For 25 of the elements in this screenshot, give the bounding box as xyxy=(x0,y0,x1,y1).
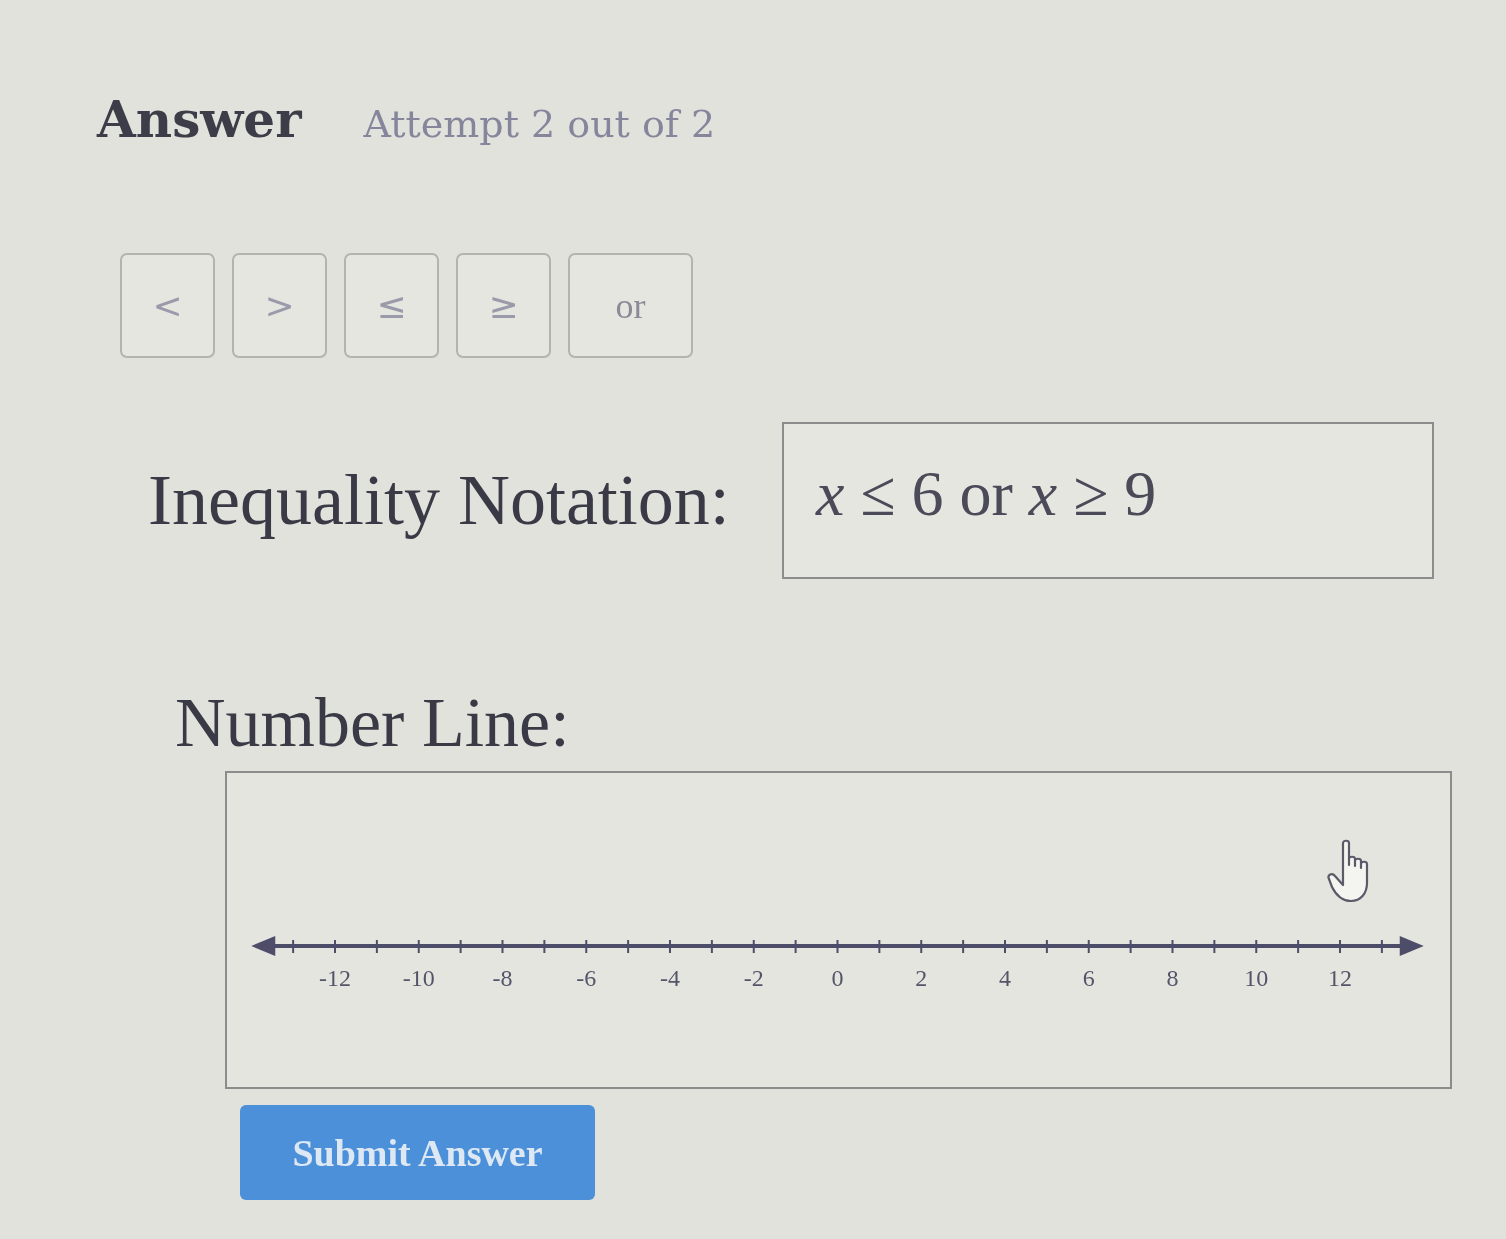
answer-title: Answer xyxy=(97,90,302,149)
attempt-counter: Attempt 2 out of 2 xyxy=(363,102,716,146)
tick-label: -2 xyxy=(743,965,764,991)
tick-label: -12 xyxy=(319,965,351,991)
tick-label: -6 xyxy=(576,965,597,991)
symbol-button[interactable]: < xyxy=(120,253,215,358)
tick-label: 2 xyxy=(915,965,928,991)
inequality-notation-label: Inequality Notation: xyxy=(148,459,730,542)
tick-label: -4 xyxy=(660,965,680,991)
tick-label: 8 xyxy=(1166,965,1179,991)
symbol-button[interactable]: ≥ xyxy=(456,253,551,358)
number-line-label: Number Line: xyxy=(175,683,570,763)
tick-label: 0 xyxy=(831,965,844,991)
tick-label: 4 xyxy=(999,965,1011,991)
symbol-button[interactable]: or xyxy=(568,253,693,358)
tick-label: -10 xyxy=(402,965,435,991)
tick-label: 10 xyxy=(1244,965,1269,991)
inequality-input-field[interactable]: x ≤ 6 or x ≥ 9 xyxy=(781,422,1434,579)
tick-label: -8 xyxy=(492,965,513,991)
number-line-graph[interactable]: -12 -10 -8 -6 -4 -2 0 2 4 6 8 10 12 xyxy=(225,771,1452,1089)
symbol-button[interactable]: ≤ xyxy=(344,253,439,358)
tick-label: 6 xyxy=(1082,965,1095,991)
tick-label: 12 xyxy=(1328,965,1352,991)
symbol-button[interactable]: > xyxy=(232,253,327,358)
submit-answer-button[interactable]: Submit Answer xyxy=(240,1105,595,1200)
